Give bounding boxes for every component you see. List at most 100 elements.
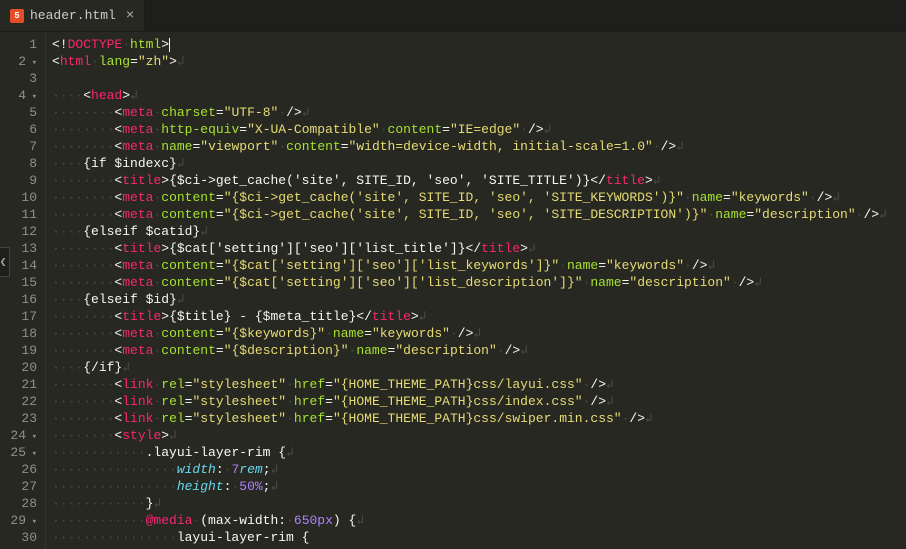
token-pun: <! <box>52 37 68 52</box>
token-tag: html <box>60 54 91 69</box>
code-line[interactable]: ····{elseif $catid}↲ <box>52 223 906 240</box>
token-str: "keywords" <box>606 258 684 273</box>
chevron-left-icon[interactable]: ❮ <box>0 247 10 277</box>
code-line[interactable]: ········<meta·charset="UTF-8"·/>↲ <box>52 104 906 121</box>
close-icon[interactable]: × <box>126 8 134 24</box>
token-attr: content <box>388 122 443 137</box>
tab-header-html[interactable]: header.html × <box>0 0 145 31</box>
code-line[interactable]: ········<title>{$title} - {$meta_title}<… <box>52 308 906 325</box>
code-line[interactable] <box>52 70 906 87</box>
line-number: 19 <box>4 342 37 359</box>
token-attr: content <box>286 139 341 154</box>
code-line[interactable]: ············}↲ <box>52 495 906 512</box>
token-ws: ↲ <box>200 224 208 239</box>
code-line[interactable]: ················height:·50%;↲ <box>52 478 906 495</box>
token-pun: = <box>239 122 247 137</box>
code-line[interactable]: ············@media·(max-width:·650px) {↲ <box>52 512 906 529</box>
token-pun: /> <box>817 190 833 205</box>
code-line[interactable]: ········<meta·content="{$cat['setting'][… <box>52 257 906 274</box>
code-line[interactable]: ········<style>↲ <box>52 427 906 444</box>
code-line[interactable]: ········<link·rel="stylesheet"·href="{HO… <box>52 376 906 393</box>
token-ws: ↲ <box>645 411 653 426</box>
token-ws: ↲ <box>606 377 614 392</box>
token-txt: {$ci->get_cache('site', SITE_ID, 'seo', … <box>169 173 590 188</box>
code-line[interactable]: ····{elseif $id}↲ <box>52 291 906 308</box>
token-ws: · <box>91 54 99 69</box>
code-line[interactable]: ········<meta·content="{$ci->get_cache('… <box>52 189 906 206</box>
token-str: "keywords" <box>731 190 809 205</box>
token-ws: · <box>653 139 661 154</box>
code-area[interactable]: <!DOCTYPE·html><html·lang="zh">↲ ····<hea… <box>46 32 906 549</box>
line-number: 10 <box>4 189 37 206</box>
token-ws: ···· <box>52 292 83 307</box>
code-line[interactable]: ········<meta·content="{$cat['setting'][… <box>52 274 906 291</box>
token-tag: title <box>122 309 161 324</box>
code-line[interactable]: ················layui-layer-rim { <box>52 529 906 546</box>
code-line[interactable]: ····{/if}↲ <box>52 359 906 376</box>
token-attr: content <box>161 326 216 341</box>
token-ws: · <box>286 394 294 409</box>
token-ws: ↲ <box>286 445 294 460</box>
token-pun: = <box>216 190 224 205</box>
code-line[interactable]: <html·lang="zh">↲ <box>52 53 906 70</box>
token-pun: > <box>169 54 177 69</box>
token-ws: ↲ <box>528 241 536 256</box>
token-ws: ↲ <box>473 326 481 341</box>
token-pun: /> <box>692 258 708 273</box>
token-pun: = <box>216 275 224 290</box>
code-line[interactable]: ········<meta·name="viewport"·content="w… <box>52 138 906 155</box>
token-ws: ········ <box>52 258 114 273</box>
token-ws: ········ <box>52 326 114 341</box>
token-ws: · <box>809 190 817 205</box>
code-line[interactable]: ················width:·7rem;↲ <box>52 461 906 478</box>
tab-title: header.html <box>30 8 116 23</box>
code-line[interactable]: <!DOCTYPE·html> <box>52 36 906 53</box>
token-txt: {if $indexc} <box>83 156 177 171</box>
code-line[interactable]: ····{if $indexc}↲ <box>52 155 906 172</box>
line-number: 25▾ <box>4 444 37 461</box>
code-line[interactable]: ············.layui-layer-rim {↲ <box>52 444 906 461</box>
code-line[interactable]: ········<title>{$ci->get_cache('site', S… <box>52 172 906 189</box>
token-ws: ↲ <box>169 428 177 443</box>
code-line[interactable]: ········<meta·content="{$description}"·n… <box>52 342 906 359</box>
code-line[interactable]: ········<link·rel="stylesheet"·href="{HO… <box>52 393 906 410</box>
code-line[interactable]: ········<meta·http-equiv="X-UA-Compatibl… <box>52 121 906 138</box>
token-pun: < <box>83 88 91 103</box>
code-line[interactable]: ········<title>{$cat['setting']['seo']['… <box>52 240 906 257</box>
token-ws: ············ <box>52 496 146 511</box>
token-attr: name <box>692 190 723 205</box>
token-ws: ········ <box>52 241 114 256</box>
code-line[interactable]: ········<link·rel="stylesheet"·href="{HO… <box>52 410 906 427</box>
code-line[interactable]: ····<head>↲ <box>52 87 906 104</box>
token-attr: href <box>294 377 325 392</box>
token-str: "{$ci->get_cache('site', SITE_ID, 'seo',… <box>224 190 684 205</box>
token-ws: ↲ <box>130 88 138 103</box>
token-ws: ↲ <box>177 54 185 69</box>
token-str: "{$keywords}" <box>224 326 325 341</box>
tab-bar: header.html × <box>0 0 906 32</box>
token-ws: ↲ <box>520 343 528 358</box>
token-tag: title <box>481 241 520 256</box>
token-str: "{$ci->get_cache('site', SITE_ID, 'seo',… <box>224 207 708 222</box>
code-line[interactable]: ········<meta·content="{$keywords}"·name… <box>52 325 906 342</box>
token-ws: ········ <box>52 394 114 409</box>
code-line[interactable]: ········<meta·content="{$ci->get_cache('… <box>52 206 906 223</box>
token-ws: ↲ <box>177 156 185 171</box>
token-pun: = <box>216 105 224 120</box>
token-ws: ···· <box>52 88 83 103</box>
token-txt: ) { <box>333 513 356 528</box>
line-number: 1 <box>4 36 37 53</box>
token-attr: href <box>294 411 325 426</box>
token-tag: meta <box>122 326 153 341</box>
token-attr: charset <box>161 105 216 120</box>
token-attr: name <box>333 326 364 341</box>
editor[interactable]: ❮ 12▾34▾56789101112131415161718192021222… <box>0 32 906 549</box>
token-ws: ↲ <box>653 173 661 188</box>
token-ws: ········ <box>52 428 114 443</box>
token-attr: href <box>294 394 325 409</box>
token-pun: > <box>161 37 169 52</box>
token-pun: /> <box>505 343 521 358</box>
token-attr: content <box>161 207 216 222</box>
token-attr: name <box>356 343 387 358</box>
token-ws: ················ <box>52 530 177 545</box>
